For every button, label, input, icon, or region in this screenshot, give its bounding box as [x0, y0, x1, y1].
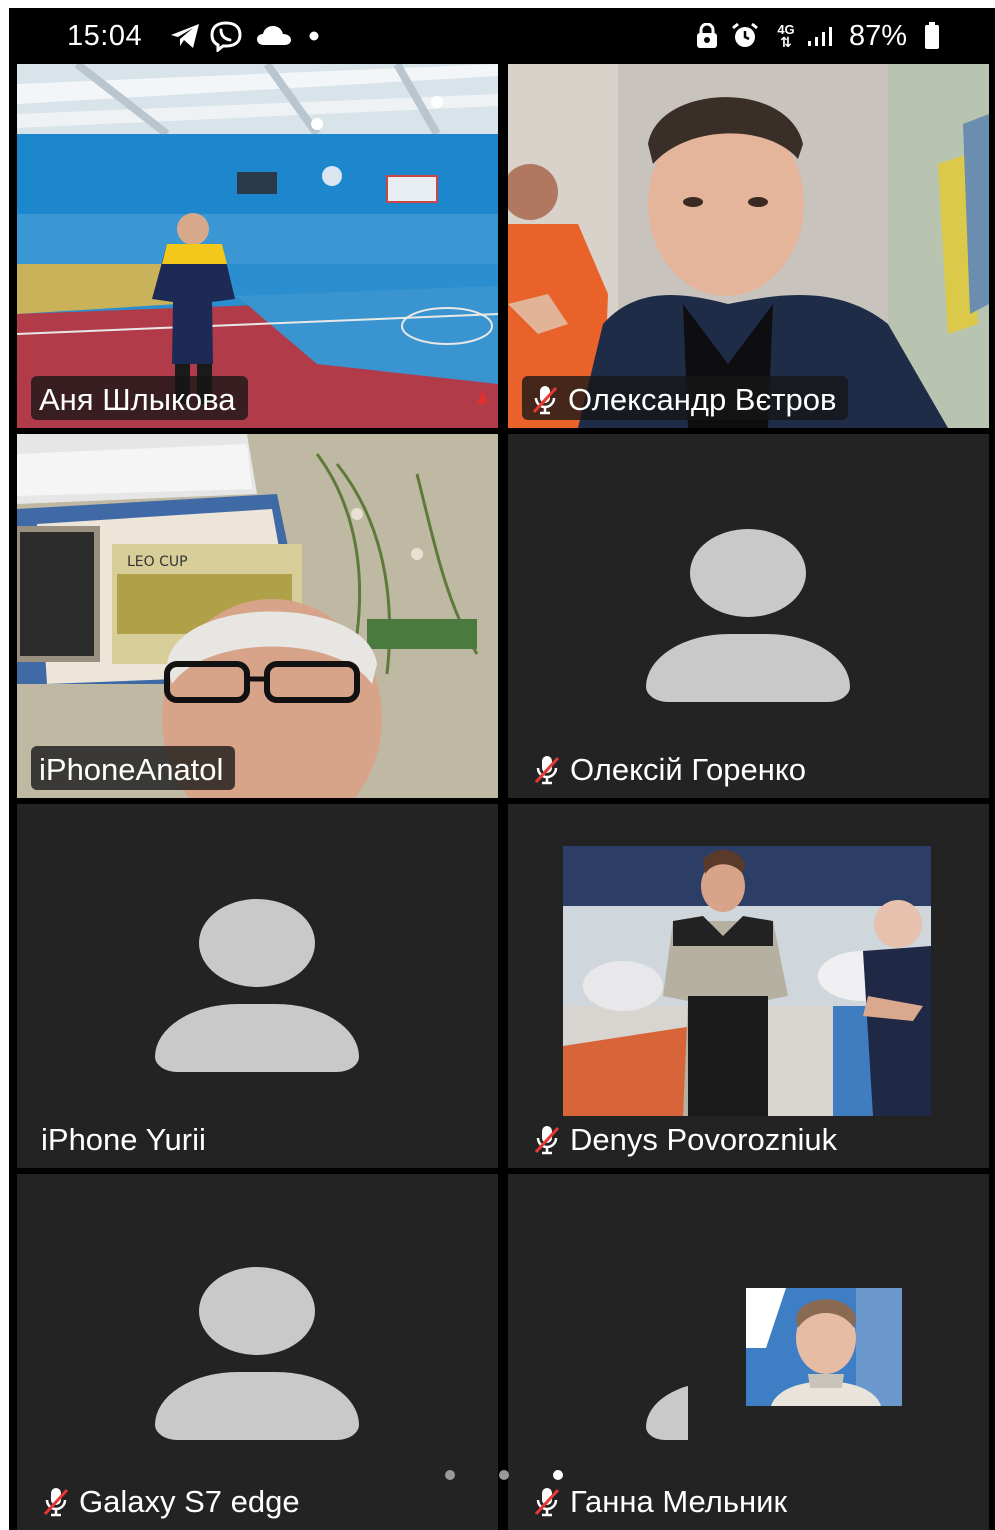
participant-name-label: Galaxy S7 edge [31, 1478, 312, 1522]
participant-tile[interactable]: iPhone Yurii [17, 804, 498, 1168]
participant-name-label: Ганна Мельник [522, 1478, 799, 1522]
participant-name-label: Аня Шлыкова [31, 376, 248, 420]
dot-icon [307, 20, 321, 52]
avatar-head [199, 1267, 315, 1355]
cloud-icon [255, 20, 293, 52]
participant-tile[interactable]: LEO CUP iPhoneAnatol [17, 434, 498, 798]
mic-muted-icon [534, 756, 560, 785]
participant-name: Аня Шлыкова [39, 382, 236, 417]
meeting-screen: 15:04 4G ⇅ 87% Аня Шлыкова Олександр Вєт… [9, 8, 995, 1530]
participant-video [508, 64, 989, 428]
participant-video [17, 64, 498, 428]
avatar-body [155, 1372, 359, 1440]
participant-name: Galaxy S7 edge [79, 1484, 300, 1519]
status-bar: 15:04 4G ⇅ 87% [9, 8, 995, 64]
participant-name: Denys Povorozniuk [570, 1122, 838, 1157]
profile-photo [563, 846, 931, 1116]
page-dot[interactable] [499, 1470, 509, 1480]
page-indicator [9, 1470, 995, 1484]
avatar-head [199, 899, 315, 987]
avatar-body [155, 1004, 359, 1072]
battery-icon [925, 22, 939, 49]
participant-video: LEO CUP [17, 434, 498, 798]
participant-name: Ганна Мельник [570, 1484, 787, 1519]
page-dot[interactable] [445, 1470, 455, 1480]
telegram-icon [167, 20, 203, 52]
participant-tile[interactable]: Олександр Вєтров [508, 64, 989, 428]
participant-name-label: iPhone Yurii [31, 1116, 218, 1160]
participant-name-label: Denys Povorozniuk [522, 1116, 849, 1160]
participant-name: Олексій Горенко [570, 752, 807, 787]
mic-muted-icon [534, 1126, 560, 1155]
avatar-head [690, 529, 806, 617]
vpn-icon [693, 20, 721, 52]
svg-text:LEO CUP: LEO CUP [127, 554, 188, 570]
mic-muted-icon [43, 1488, 69, 1517]
participant-tile[interactable]: Аня Шлыкова [17, 64, 498, 428]
participant-name: iPhone Yurii [41, 1122, 206, 1157]
participant-name: Олександр Вєтров [568, 382, 837, 417]
page-dot-active[interactable] [553, 1470, 563, 1480]
mic-muted-icon [532, 386, 558, 415]
profile-photo [746, 1288, 902, 1406]
network-4g-icon: 4G ⇅ [777, 22, 795, 50]
mic-muted-icon [534, 1488, 560, 1517]
participant-name-label: iPhoneAnatol [31, 746, 236, 790]
battery-percent: 87% [849, 20, 908, 52]
viber-icon [207, 20, 245, 52]
participant-name-label: Олексій Горенко [522, 746, 818, 790]
status-time: 15:04 [67, 20, 143, 52]
participant-name-label: Олександр Вєтров [522, 376, 849, 420]
participant-tile[interactable]: Denys Povorozniuk [508, 804, 989, 1168]
participant-name: iPhoneAnatol [39, 752, 224, 787]
participant-tile[interactable]: Олексій Горенко [508, 434, 989, 798]
signal-icon [805, 20, 835, 52]
avatar-body [646, 634, 850, 702]
alarm-icon [729, 20, 761, 52]
